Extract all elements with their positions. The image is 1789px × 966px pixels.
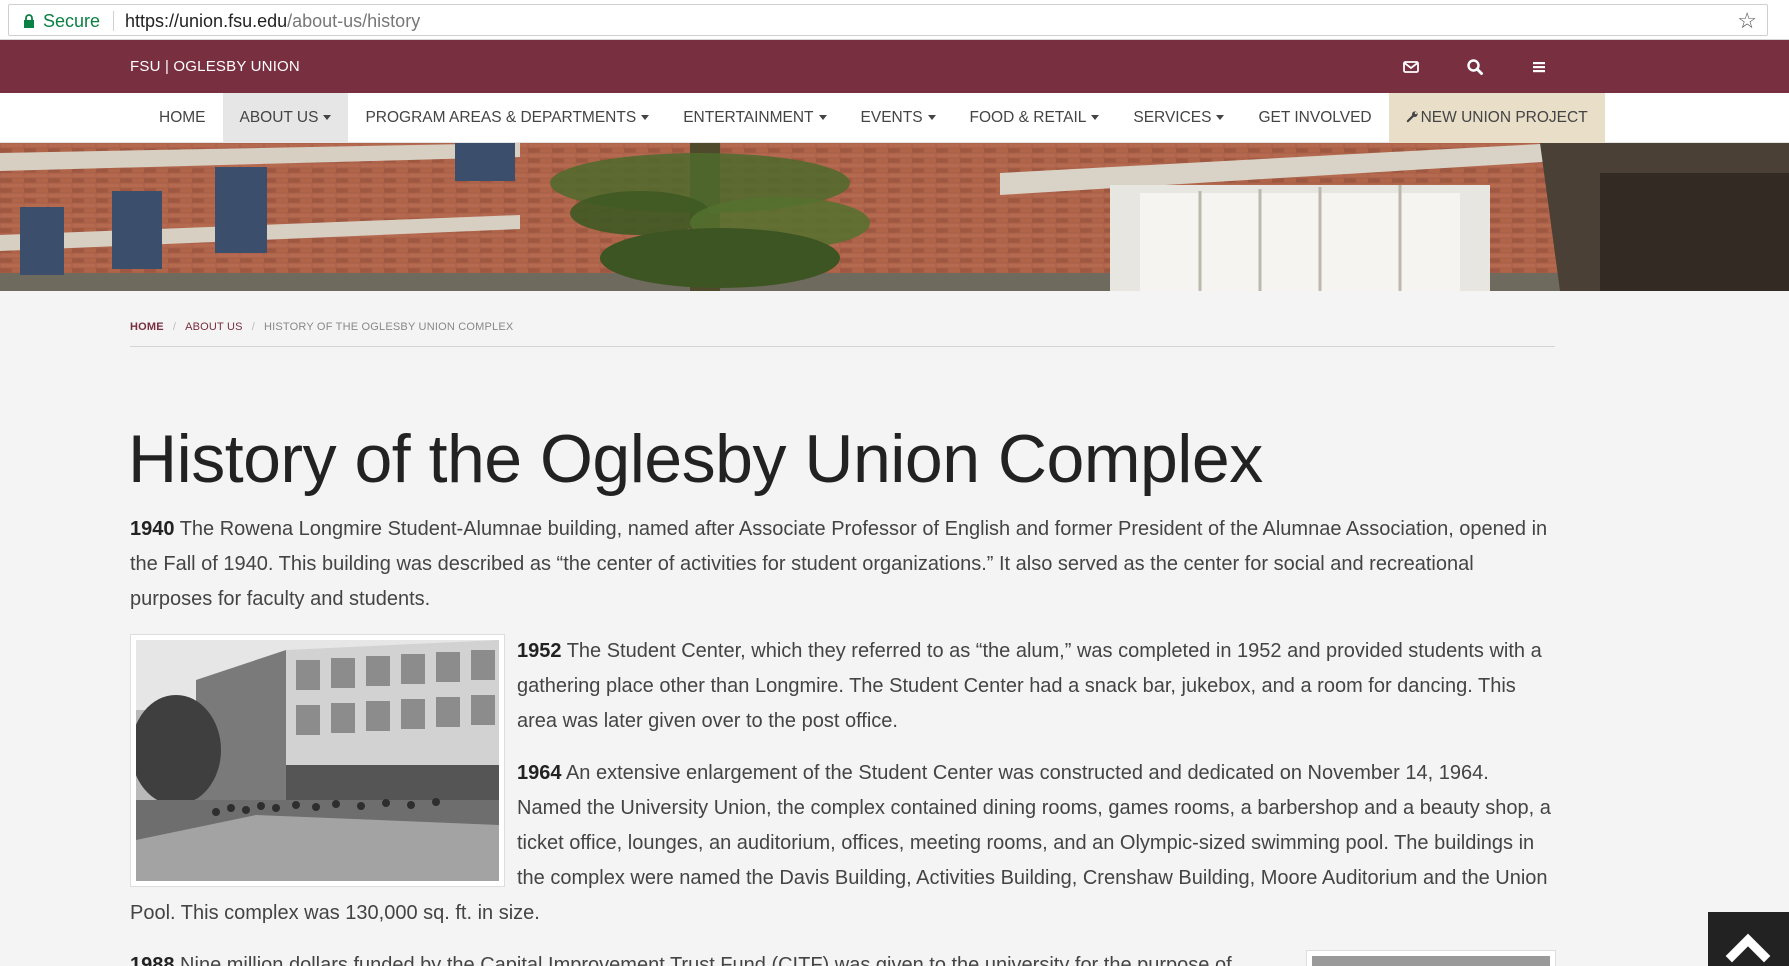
nav-label: GET INVOLVED [1258, 109, 1372, 126]
history-entry-1988: 1988 Nine million dollars funded by the … [130, 948, 1290, 966]
caret-down-icon [818, 115, 827, 121]
nav-label: PROGRAM AREAS & DEPARTMENTS [365, 109, 637, 126]
nav-get-involved[interactable]: GET INVOLVED [1241, 93, 1388, 143]
nav-services[interactable]: SERVICES [1116, 93, 1241, 143]
site-header: FSU | OGLESBY UNION [0, 40, 1789, 93]
nav-entertainment[interactable]: ENTERTAINMENT [666, 93, 843, 143]
hero-banner-image [0, 143, 1789, 291]
breadcrumb: HOME / ABOUT US / HISTORY OF THE OGLESBY UNI… [130, 321, 513, 333]
entry-text: Nine million dollars funded by the Capit… [174, 954, 1232, 966]
nav-label: EVENTS [860, 109, 923, 126]
nav-about-us[interactable]: ABOUT US [222, 93, 349, 143]
breadcrumb-separator: / [251, 321, 255, 333]
nav-program-areas[interactable]: PROGRAM AREAS & DEPARTMENTS [348, 93, 666, 143]
entry-year: 1964 [517, 762, 562, 784]
url-path: /about-us/history [287, 11, 421, 31]
search-icon[interactable] [1463, 55, 1487, 79]
nav-home[interactable]: HOME [142, 93, 223, 143]
entry-year: 1940 [130, 518, 175, 540]
history-entry-1940: 1940 The Rowena Longmire Student-Alumnae… [130, 512, 1555, 617]
caret-down-icon [1216, 115, 1225, 121]
breadcrumb-separator: / [172, 321, 177, 333]
caret-down-icon [1091, 115, 1100, 121]
nav-label: SERVICES [1133, 109, 1212, 126]
url-text[interactable]: https://union.fsu.edu/about-us/history [125, 11, 420, 32]
wrench-icon [1406, 111, 1418, 123]
nav-label: NEW UNION PROJECT [1420, 109, 1588, 126]
photo-fill [1312, 956, 1550, 966]
envelope-icon[interactable] [1399, 55, 1423, 79]
url-host: https://union.fsu.edu [125, 11, 288, 31]
url-separator [113, 11, 114, 31]
breadcrumb-current: HISTORY OF THE OGLESBY UNION COMPLEX [263, 321, 514, 333]
url-box[interactable]: Secure https://union.fsu.edu/about-us/hi… [8, 4, 1768, 36]
secure-label: Secure [43, 11, 101, 31]
nav-events[interactable]: EVENTS [844, 93, 953, 143]
entry-year: 1988 [130, 954, 175, 966]
browser-address-bar: Secure https://union.fsu.edu/about-us/hi… [0, 0, 1789, 40]
nav-label: HOME [159, 109, 206, 126]
entry-year: 1952 [517, 640, 562, 662]
caret-down-icon [323, 115, 332, 121]
lock-icon [24, 14, 34, 28]
back-to-top-button[interactable] [1708, 912, 1789, 966]
nav-label: ENTERTAINMENT [683, 109, 814, 126]
history-photo-1988 [1306, 950, 1556, 966]
student-center-photo [130, 634, 505, 887]
breadcrumb-about-us[interactable]: ABOUT US [185, 321, 243, 333]
caret-down-icon [927, 115, 936, 121]
main-nav: HOME ABOUT US PROGRAM AREAS & DEPARTMENT… [0, 93, 1789, 143]
nav-food-retail[interactable]: FOOD & RETAIL [953, 93, 1117, 143]
site-brand[interactable]: FSU | OGLESBY UNION [130, 58, 300, 75]
breadcrumb-divider [130, 346, 1555, 347]
entry-text: The Rowena Longmire Student-Alumnae buil… [130, 518, 1548, 610]
page-title: History of the Oglesby Union Complex [128, 421, 1263, 497]
chevron-up-icon [1725, 933, 1771, 963]
entry-text: The Student Center, which they referred … [517, 640, 1542, 732]
hamburger-menu-icon[interactable] [1527, 55, 1551, 79]
breadcrumb-home[interactable]: HOME [130, 321, 164, 333]
caret-down-icon [641, 115, 650, 121]
history-content: 1940 The Rowena Longmire Student-Alumnae… [130, 512, 1555, 948]
bookmark-star-icon[interactable]: ☆ [1737, 8, 1757, 34]
nav-new-union-project[interactable]: NEW UNION PROJECT [1388, 93, 1605, 143]
nav-label: FOOD & RETAIL [969, 109, 1087, 126]
nav-label: ABOUT US [239, 109, 319, 126]
